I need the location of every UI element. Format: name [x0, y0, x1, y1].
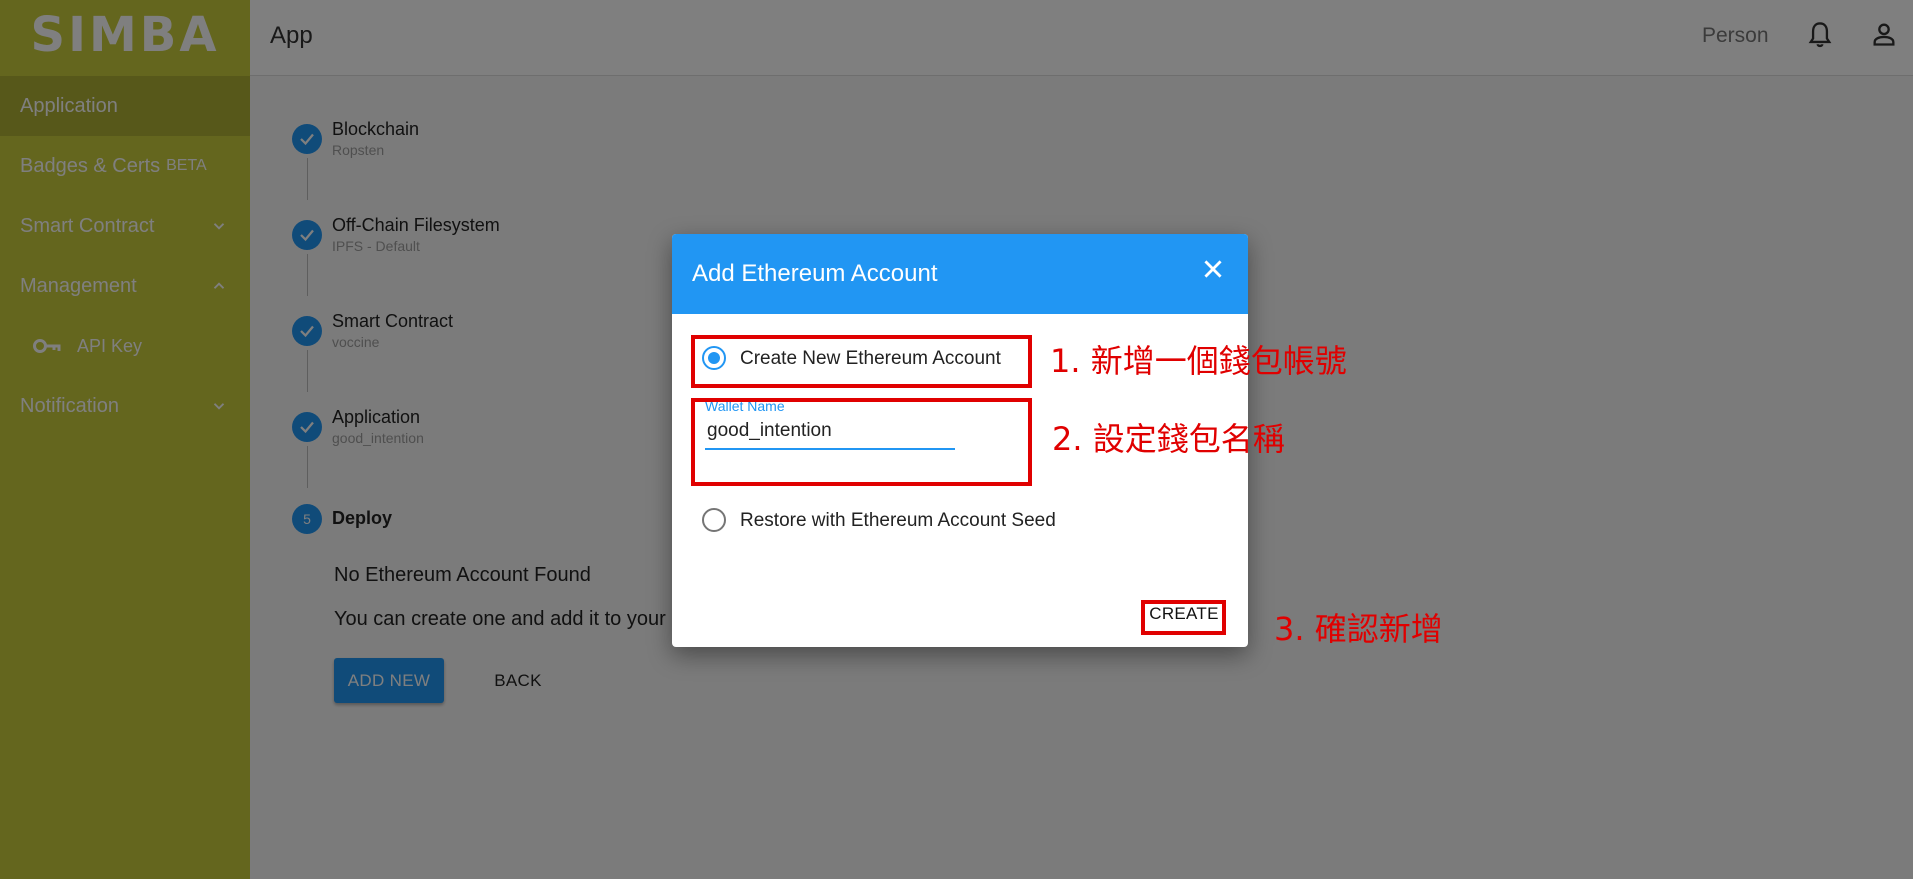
annotation-step-2: 2. 設定錢包名稱 — [1052, 420, 1285, 458]
restore-seed-radio-label[interactable]: Restore with Ethereum Account Seed — [740, 510, 1056, 532]
annotation-box-create-button — [1141, 600, 1226, 635]
close-icon[interactable] — [1200, 256, 1226, 282]
annotation-box-wallet-name — [691, 398, 1032, 486]
dialog-header: Add Ethereum Account — [672, 234, 1248, 314]
annotation-box-create-option — [691, 335, 1032, 388]
restore-seed-radio[interactable] — [702, 508, 726, 532]
annotation-step-3: 3. 確認新增 — [1274, 610, 1443, 648]
dialog-title: Add Ethereum Account — [692, 260, 938, 287]
annotation-step-1: 1. 新增一個錢包帳號 — [1050, 342, 1347, 380]
